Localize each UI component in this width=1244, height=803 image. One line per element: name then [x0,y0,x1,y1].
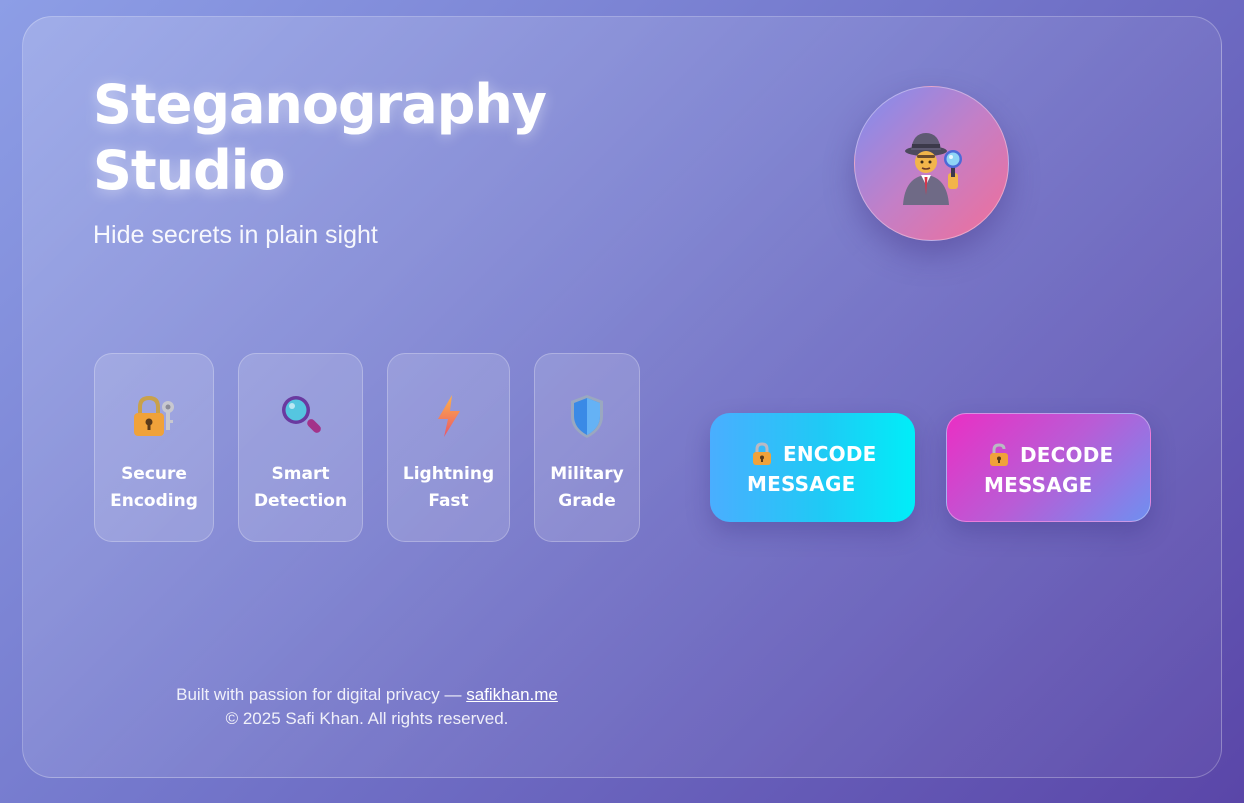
decode-button-label: DECODE MESSAGE [984,443,1114,497]
shield-icon [571,395,603,438]
feature-label: Lightning Fast [402,464,495,511]
feature-card-secure-encoding: Secure Encoding [94,353,214,542]
decode-message-button[interactable]: DECODE MESSAGE [946,413,1151,522]
page-title: Steganography Studio [93,73,547,202]
feature-card-military-grade: Military Grade [534,353,640,542]
footer-copyright: © 2025 Safi Khan. All rights reserved. [225,709,509,728]
feature-label: Secure Encoding [110,464,198,511]
footer-built-text: Built with passion for digital privacy — [176,685,462,704]
footer: Built with passion for digital privacy —… [60,683,674,731]
encode-message-button[interactable]: ENCODE MESSAGE [710,413,915,522]
lightning-icon [437,395,460,437]
feature-label: Smart Detection [253,464,348,511]
author-website-link[interactable]: safikhan.me [466,685,558,704]
feature-card-lightning-fast: Lightning Fast [387,353,510,542]
feature-label: Military Grade [550,464,624,511]
page-subtitle: Hide secrets in plain sight [93,221,378,249]
detective-icon [903,133,962,205]
lock-with-key-icon [134,395,174,436]
footer-credit-line: Built with passion for digital privacy —… [60,683,674,707]
hero-avatar [854,86,1009,241]
encode-button-label: ENCODE MESSAGE [747,442,877,496]
magnifying-glass-icon [281,396,321,433]
feature-card-smart-detection: Smart Detection [238,353,363,542]
